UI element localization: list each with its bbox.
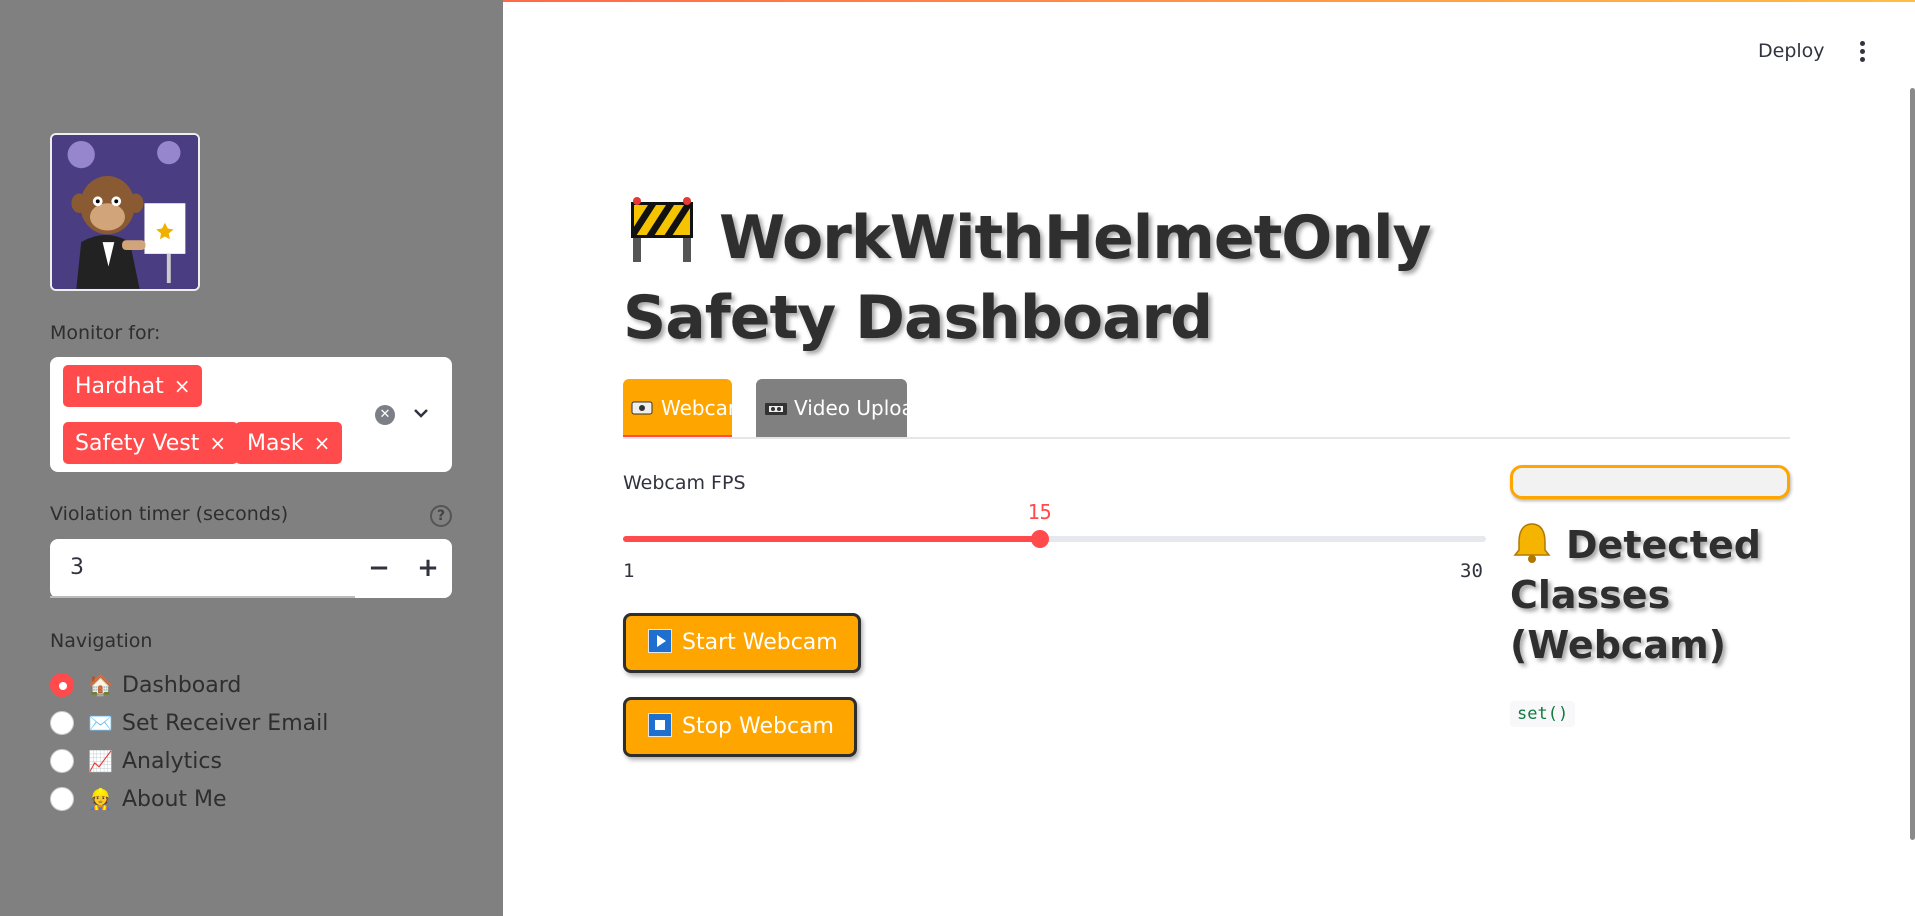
tab-webcam[interactable]: Webcam — [623, 379, 732, 438]
chip-hardhat: Hardhat × — [63, 365, 203, 407]
stop-icon — [648, 713, 672, 737]
fps-slider[interactable] — [623, 530, 1486, 548]
radio-selected[interactable] — [50, 673, 74, 697]
timer-number-input: 3 + − — [50, 539, 452, 598]
chip-remove-icon[interactable]: × — [174, 374, 191, 398]
chip-label: Safety Vest — [75, 431, 200, 456]
button-label: Start Webcam — [682, 630, 838, 655]
chip-safety-vest: Safety Vest × — [63, 422, 239, 464]
slider-fill — [623, 536, 1040, 542]
sidebar: Monitor for: Hardhat × Safety Vest × Mask ×… — [0, 0, 503, 916]
nav-item-about-me[interactable]: 👷 About Me — [50, 784, 227, 814]
stop-webcam-button[interactable]: Stop Webcam — [623, 697, 857, 757]
radio-unselected[interactable] — [50, 787, 74, 811]
nav-item-dashboard[interactable]: 🏠 Dashboard — [50, 670, 241, 700]
slider-value: 15 — [1027, 500, 1052, 524]
tab-label: Webcam — [661, 396, 732, 420]
nav-item-label: About Me — [122, 786, 227, 812]
slider-max: 30 — [1460, 560, 1483, 582]
decrement-button[interactable]: − — [361, 551, 397, 587]
nav-item-set-receiver-email[interactable]: ✉️ Set Receiver Email — [50, 708, 328, 738]
timer-label: Violation timer (seconds) — [50, 503, 289, 525]
clear-all-icon[interactable]: ✕ — [375, 405, 395, 425]
page-title-text: WorkWithHelmetOnly Safety Dashboard — [623, 203, 1432, 353]
status-bar — [1510, 465, 1790, 499]
house-icon: 🏠 — [88, 673, 113, 697]
camera-icon — [631, 401, 653, 415]
page-title: WorkWithHelmetOnly Safety Dashboard — [623, 196, 1623, 358]
envelope-icon: ✉️ — [88, 711, 113, 735]
timer-value[interactable]: 3 — [70, 555, 84, 580]
detected-classes-heading: Detected Classes (Webcam) — [1510, 520, 1810, 670]
radio-unselected[interactable] — [50, 749, 74, 773]
nav-item-label: Dashboard — [122, 672, 242, 698]
monitor-label: Monitor for: — [50, 322, 161, 344]
profile-image — [50, 133, 200, 291]
chevron-down-icon[interactable] — [410, 402, 432, 424]
input-underline — [50, 596, 355, 598]
chip-remove-icon[interactable]: × — [314, 431, 331, 455]
increment-button[interactable]: + — [410, 551, 446, 587]
kebab-menu-icon[interactable] — [1858, 41, 1866, 63]
tab-label: Video Upload — [794, 396, 927, 420]
slider-thumb[interactable] — [1030, 530, 1049, 548]
tab-divider — [623, 437, 1790, 439]
play-icon — [648, 629, 672, 653]
nav-item-label: Analytics — [122, 748, 222, 774]
construction-barrier-icon — [631, 197, 693, 262]
tab-video-upload[interactable]: Video Upload — [756, 379, 926, 438]
nav-item-analytics[interactable]: 📈 Analytics — [50, 746, 222, 776]
chip-mask: Mask × — [235, 422, 343, 464]
chart-icon: 📈 — [88, 749, 113, 773]
navigation-label: Navigation — [50, 630, 153, 652]
radio-unselected[interactable] — [50, 711, 74, 735]
deploy-button[interactable]: Deploy — [1758, 40, 1825, 62]
chip-remove-icon[interactable]: × — [209, 431, 226, 455]
start-webcam-button[interactable]: Start Webcam — [623, 613, 861, 673]
chip-label: Mask — [247, 431, 304, 456]
fps-label: Webcam FPS — [623, 472, 746, 494]
detected-classes-value: set() — [1510, 701, 1576, 727]
videocassette-icon — [765, 403, 787, 415]
chip-label: Hardhat — [75, 374, 164, 399]
help-icon[interactable]: ? — [430, 505, 452, 527]
worker-icon: 👷 — [88, 787, 113, 811]
slider-min: 1 — [623, 560, 635, 582]
nav-item-label: Set Receiver Email — [122, 710, 329, 736]
scrollbar[interactable] — [1910, 88, 1915, 840]
button-label: Stop Webcam — [682, 714, 834, 739]
bell-icon — [1513, 523, 1551, 563]
